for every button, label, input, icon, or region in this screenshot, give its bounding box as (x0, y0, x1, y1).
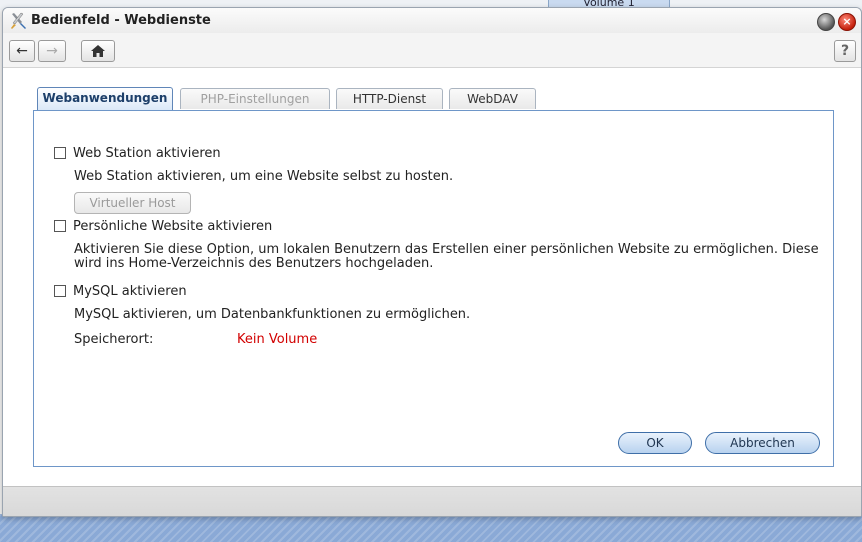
content-area: Webanwendungen PHP-Einstellungen HTTP-Di… (3, 67, 861, 487)
close-button[interactable]: × (838, 13, 856, 31)
web-station-checkbox-row[interactable]: Web Station aktivieren (54, 146, 221, 161)
mysql-description: MySQL aktivieren, um Datenbankfunktionen… (74, 307, 471, 322)
web-station-checkbox[interactable] (54, 146, 66, 159)
mysql-label: MySQL aktivieren (73, 284, 187, 299)
window-title: Bedienfeld - Webdienste (31, 13, 211, 28)
home-button[interactable] (81, 40, 115, 62)
help-button[interactable]: ? (834, 40, 856, 62)
tab-http-dienst[interactable]: HTTP-Dienst (336, 88, 443, 109)
personal-website-checkbox-row[interactable]: Persönliche Website aktivieren (54, 219, 272, 234)
tab-webdav[interactable]: WebDAV (449, 88, 536, 109)
back-button[interactable]: ← (9, 40, 35, 62)
ok-button[interactable]: OK (618, 432, 692, 454)
arrow-left-icon: ← (16, 43, 28, 59)
mysql-checkbox[interactable] (54, 284, 66, 297)
desktop-background-bottom (0, 514, 862, 542)
wrench-screwdriver-icon (11, 12, 26, 29)
arrow-right-icon: → (46, 43, 58, 59)
virtual-host-button: Virtueller Host (74, 192, 191, 214)
forward-button[interactable]: → (38, 40, 66, 62)
webdienste-window: Bedienfeld - Webdienste × ← → ? Webanwen… (2, 7, 862, 517)
minimize-button[interactable] (817, 13, 835, 31)
storage-location-value: Kein Volume (237, 332, 318, 347)
window-titlebar[interactable]: Bedienfeld - Webdienste × (3, 8, 861, 33)
personal-website-description-line1: Aktivieren Sie diese Option, um lokalen … (74, 242, 819, 257)
tab-php-einstellungen: PHP-Einstellungen (180, 88, 330, 109)
home-icon (91, 45, 105, 57)
window-statusbar (3, 486, 861, 516)
navigation-toolbar: ← → ? (3, 33, 861, 67)
web-station-description: Web Station aktivieren, um eine Website … (74, 169, 454, 184)
webanwendungen-panel: Web Station aktivieren Web Station aktiv… (33, 110, 834, 467)
tab-webanwendungen[interactable]: Webanwendungen (37, 87, 173, 110)
mysql-checkbox-row[interactable]: MySQL aktivieren (54, 284, 187, 299)
personal-website-label: Persönliche Website aktivieren (73, 219, 273, 234)
storage-location-label: Speicherort: (74, 332, 154, 347)
cancel-button[interactable]: Abbrechen (705, 432, 820, 454)
personal-website-description-line2: wird ins Home-Verzeichnis des Benutzers … (74, 256, 434, 271)
personal-website-checkbox[interactable] (54, 219, 66, 232)
web-station-label: Web Station aktivieren (73, 146, 221, 161)
